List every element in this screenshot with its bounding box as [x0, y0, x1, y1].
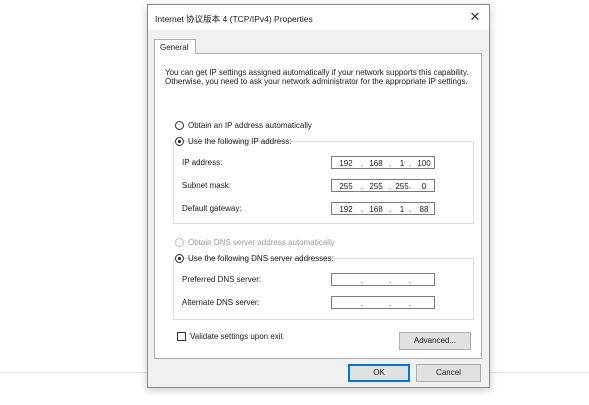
title-bar[interactable]: Internet 协议版本 4 (TCP/IPv4) Properties ✕: [148, 5, 489, 30]
ip-dot: .: [408, 276, 412, 285]
preferred-dns-input[interactable]: . . .: [331, 273, 435, 286]
gateway-octet-1: 192: [339, 205, 353, 214]
window-title: Internet 协议版本 4 (TCP/IPv4) Properties: [155, 14, 313, 24]
subnet-mask-input[interactable]: 255 . 255 . 255 . 0: [331, 179, 435, 192]
ip-dot: .: [360, 276, 364, 285]
default-gateway-input[interactable]: 192 . 168 . 1 . 88: [331, 202, 435, 215]
ip-address-input[interactable]: 192 . 168 . 1 . 100: [331, 156, 435, 169]
tcpip-properties-dialog: Internet 协议版本 4 (TCP/IPv4) Properties ✕ …: [147, 4, 490, 388]
default-gateway-label: Default gateway:: [182, 204, 242, 213]
ip-dot: .: [360, 205, 364, 214]
subnet-mask-label: Subnet mask:: [182, 181, 231, 190]
preferred-dns-label: Preferred DNS server:: [182, 275, 262, 284]
tab-general-label: General: [160, 43, 189, 52]
alternate-dns-label: Alternate DNS server:: [182, 298, 260, 307]
radio-obtain-dns-label: Obtain DNS server address automatically: [188, 238, 335, 247]
ip-address-label: IP address:: [182, 158, 223, 167]
ip-dot: .: [388, 299, 392, 308]
ip-dot: .: [408, 182, 412, 191]
radio-use-ip-indicator[interactable]: [175, 137, 184, 146]
ip-dot: .: [360, 159, 364, 168]
radio-obtain-dns-indicator[interactable]: [175, 238, 184, 247]
ip-dot: .: [388, 276, 392, 285]
ip-octet-4: 100: [417, 159, 431, 168]
mask-octet-2: 255: [369, 182, 383, 191]
ip-octet-2: 168: [369, 159, 383, 168]
ip-dot: .: [408, 159, 412, 168]
alternate-dns-input[interactable]: . . .: [331, 296, 435, 309]
general-panel: You can get IP settings assigned automat…: [154, 53, 482, 359]
validate-checkbox-box[interactable]: [177, 332, 186, 341]
ip-dot: .: [360, 182, 364, 191]
radio-use-dns-indicator[interactable]: [175, 254, 184, 263]
radio-use-dns-label: Use the following DNS server addresses:: [188, 254, 334, 263]
mask-octet-4: 0: [421, 182, 427, 191]
gateway-octet-4: 88: [419, 205, 429, 214]
radio-obtain-ip-label: Obtain an IP address automatically: [188, 121, 312, 130]
advanced-button[interactable]: Advanced...: [399, 332, 471, 350]
gateway-octet-2: 168: [369, 205, 383, 214]
ip-dot: .: [408, 299, 412, 308]
validate-checkbox-label: Validate settings upon exit: [190, 332, 283, 341]
cancel-button[interactable]: Cancel: [416, 364, 481, 382]
description-text: You can get IP settings assigned automat…: [165, 68, 469, 86]
ok-button[interactable]: OK: [348, 364, 410, 382]
ip-dot: .: [408, 205, 412, 214]
tab-general[interactable]: General: [154, 39, 196, 54]
radio-obtain-ip-indicator[interactable]: [175, 121, 184, 130]
ip-octet-1: 192: [339, 159, 353, 168]
radio-use-ip-label: Use the following IP address:: [188, 137, 292, 146]
mask-octet-1: 255: [339, 182, 353, 191]
close-icon[interactable]: ✕: [468, 9, 482, 25]
dns-settings-group: [173, 258, 474, 320]
ip-dot: .: [360, 299, 364, 308]
